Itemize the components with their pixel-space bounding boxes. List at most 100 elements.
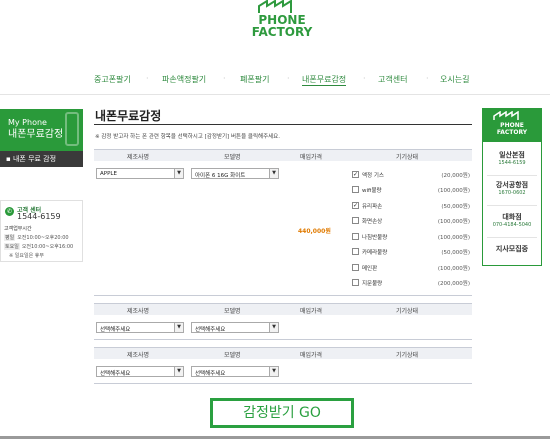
model-select-value: 선택해주세요 [195,327,226,333]
header-model: 모델명 [224,308,241,315]
header-maker: 제조사명 [127,308,150,315]
model-select[interactable]: 아이폰 6 16G 화이트 ▼ [191,168,279,179]
maker-select[interactable]: 선택해주세요 ▼ [96,322,184,333]
condition-label: 나침반불량 [362,235,388,241]
maker-select-value: 선택해주세요 [100,327,131,333]
table-header: 제조사명 모델명 매입가격 기기상태 [94,149,472,161]
header-condition: 기기상태 [396,308,419,315]
condition-deduction: (50,000원) [441,204,470,210]
condition-row[interactable]: ✓ 유리파손 (50,000원) [352,201,470,211]
store-list: 일산본점 1544-6159 강서공항점 1670-0602 대화점 070-4… [482,142,542,266]
checkbox[interactable] [352,248,359,255]
table-header: 제조사명 모델명 매입가격 기기상태 [94,347,472,359]
maker-select-value: APPLE [100,171,117,177]
chevron-down-icon: ▼ [269,169,278,178]
nav-separator: · [223,74,226,83]
phone-call-icon: ✆ [5,207,14,216]
condition-label: 카메라불량 [362,250,388,256]
condition-deduction: (100,000원) [437,219,470,225]
page-title: 내폰무료감정 [95,109,162,123]
cs-phone: 1544-6159 [17,212,61,221]
condition-deduction: (200,000원) [437,281,470,287]
right-logo[interactable]: PHONE FACTORY [482,108,542,142]
store-divider [487,175,537,176]
condition-row[interactable]: 지문불량 (200,000원) [352,278,470,288]
model-select[interactable]: 선택해주세요 ▼ [191,322,279,333]
condition-deduction: (20,000원) [441,173,470,179]
cs-saturday-label: 토요일 [4,243,20,250]
sidebar-item-free-appraisal[interactable]: ▪ 내폰 무료 감정 [0,151,83,167]
condition-label: 지문불량 [362,281,383,287]
checkbox[interactable] [352,186,359,193]
store-name: 강서공항점 [495,181,529,189]
table-header: 제조사명 모델명 매입가격 기기상태 [94,303,472,315]
factory-icon [493,111,519,120]
nav-waste-phone[interactable]: 폐폰팔기 [240,74,269,85]
appraisal-go-button[interactable]: 감정받기 GO [210,398,354,428]
checkbox[interactable] [352,233,359,240]
sidebar-header: My Phone 내폰무료감정 [0,109,83,151]
condition-label: 화면손상 [362,219,383,225]
header-condition: 기기상태 [396,352,419,359]
store-phone: 1670-0602 [498,190,526,196]
nav-separator: · [287,74,290,83]
phone-icon [65,112,79,146]
section-divider [94,295,472,296]
header-model: 모델명 [224,352,241,359]
section-divider [94,383,472,384]
checkbox[interactable] [352,264,359,271]
chevron-down-icon: ▼ [174,169,183,178]
nav-separator: · [146,74,149,83]
condition-row[interactable]: 메인판 (100,000원) [352,263,470,273]
maker-select[interactable]: 선택해주세요 ▼ [96,366,184,377]
header-price: 매입가격 [300,308,323,315]
store-item[interactable]: 강서공항점 1670-0602 [483,180,541,196]
store-item[interactable]: 지사모집중 [483,244,541,254]
condition-deduction: (100,000원) [437,235,470,241]
header-price: 매입가격 [300,154,323,161]
store-item[interactable]: 일산본점 1544-6159 [483,150,541,166]
nav-separator: · [426,74,429,83]
condition-row[interactable]: 카메라불량 (50,000원) [352,247,470,257]
condition-label: 액정 기스 [362,173,384,179]
nav-broken-lcd[interactable]: 파손액정팔기 [162,74,206,85]
chevron-down-icon: ▼ [269,367,278,376]
nav-used-phone[interactable]: 중고폰팔기 [94,74,131,85]
nav-directions[interactable]: 오시는길 [440,74,469,85]
nav-free-appraisal[interactable]: 내폰무료감정 [302,74,347,86]
right-logo-line2: FACTORY [496,129,528,136]
model-select-value: 선택해주세요 [195,371,226,377]
checkbox[interactable] [352,279,359,286]
site-logo[interactable]: PHONE FACTORY [247,0,317,48]
header-maker: 제조사명 [127,154,150,161]
nav-separator: · [363,74,366,83]
store-item[interactable]: 대화점 070-4184-5040 [483,212,541,228]
condition-row[interactable]: 화면손상 (100,000원) [352,216,470,226]
checkbox-checked[interactable]: ✓ [352,171,359,178]
condition-label: wifi불량 [362,188,382,194]
checkbox-checked[interactable]: ✓ [352,202,359,209]
nav-divider [0,94,550,95]
header-maker: 제조사명 [127,352,150,359]
cs-holiday: ※ 일요일은 휴무 [9,253,44,259]
condition-row[interactable]: wifi불량 (100,000원) [352,185,470,195]
purchase-price: 440,000원 [298,228,331,235]
right-logo-line1: PHONE [500,122,524,129]
maker-select[interactable]: APPLE ▼ [96,168,184,179]
factory-icon [258,0,292,13]
logo-line2: FACTORY [251,25,313,39]
condition-deduction: (100,000원) [437,188,470,194]
condition-row[interactable]: 나침반불량 (100,000원) [352,232,470,242]
notice-text: ※ 감정 받고자 하는 폰 관련 항목을 선택하시고 [감정받기] 버튼을 클릭… [95,134,280,140]
model-select-value: 아이폰 6 16G 화이트 [195,173,246,179]
section-divider [94,339,472,340]
nav-customer-center[interactable]: 고객센터 [378,74,407,85]
cs-weekday-label: 평일 [4,234,16,241]
store-divider [487,237,537,238]
header-model: 모델명 [224,154,241,161]
model-select[interactable]: 선택해주세요 ▼ [191,366,279,377]
condition-row[interactable]: ✓ 액정 기스 (20,000원) [352,170,470,180]
checkbox[interactable] [352,217,359,224]
condition-label: 메인판 [362,266,378,272]
store-name: 대화점 [502,213,522,221]
